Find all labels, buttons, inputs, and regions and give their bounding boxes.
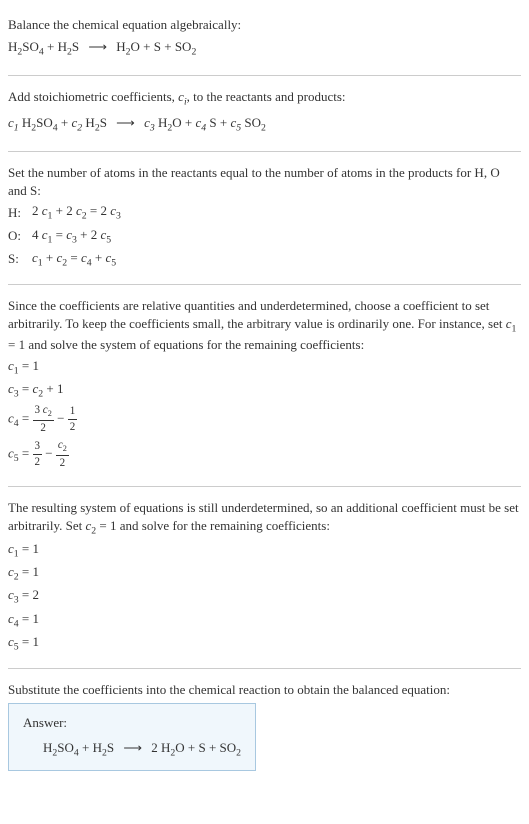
intro-text: Balance the chemical equation algebraica…: [8, 16, 521, 34]
final-c2: c2 = 1: [8, 563, 521, 584]
coef-c3: c3 = c2 + 1: [8, 380, 521, 401]
arrow-icon: ⟶: [88, 39, 107, 54]
step4-text: The resulting system of equations is sti…: [8, 499, 521, 538]
step3-text: Since the coefficients are relative quan…: [8, 297, 521, 355]
final-c5: c5 = 1: [8, 633, 521, 654]
coef-equation: c1 H2SO4 + c2 H2S ⟶ c3 H2O + c4 S + c5 S…: [8, 114, 521, 135]
atom-eq-o: O: 4 c1 = c3 + 2 c5: [8, 226, 521, 247]
answer-box: Answer: H2SO4 + H2S ⟶ 2 H2O + S + SO2: [8, 703, 256, 770]
coef-c4: c4 = 3 c22 − 12: [8, 403, 521, 436]
reactant-2: H2S: [58, 39, 80, 54]
divider: [8, 486, 521, 487]
atom-eq-h: H: 2 c1 + 2 c2 = 2 c3: [8, 202, 521, 223]
product-2: S: [154, 39, 161, 54]
plus: +: [47, 39, 58, 54]
coef-c1: c1 = 1: [8, 357, 521, 378]
divider: [8, 284, 521, 285]
atom-eq-s: S: c1 + c2 = c4 + c5: [8, 249, 521, 270]
balanced-equation: H2SO4 + H2S ⟶ 2 H2O + S + SO2: [23, 739, 241, 760]
divider: [8, 75, 521, 76]
step1-text: Add stoichiometric coefficients, ci, to …: [8, 88, 521, 109]
step5-text: Substitute the coefficients into the che…: [8, 681, 521, 699]
divider: [8, 668, 521, 669]
final-c1: c1 = 1: [8, 540, 521, 561]
plus: +: [164, 39, 175, 54]
final-c4: c4 = 1: [8, 610, 521, 631]
plus: +: [143, 39, 154, 54]
unbalanced-equation: H2SO4 + H2S ⟶ H2O + S + SO2: [8, 38, 521, 59]
divider: [8, 151, 521, 152]
reactant-1: H2SO4: [8, 39, 44, 54]
coef-c5: c5 = 32 − c22: [8, 438, 521, 471]
product-1: H2O: [116, 39, 140, 54]
step2-text: Set the number of atoms in the reactants…: [8, 164, 521, 200]
final-c3: c3 = 2: [8, 586, 521, 607]
product-3: SO2: [175, 39, 197, 54]
answer-label: Answer:: [23, 714, 241, 732]
